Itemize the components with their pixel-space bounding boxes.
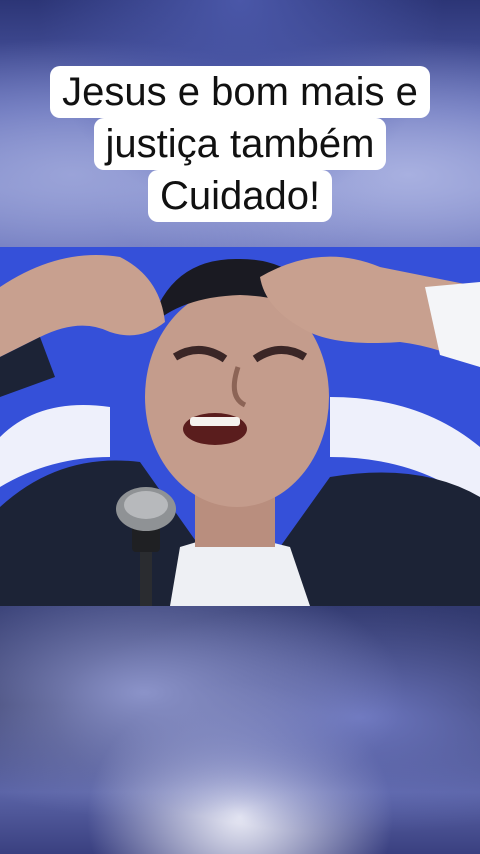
caption-line-1: Jesus e bom mais e [50, 66, 430, 118]
caption-row-3: Cuidado! [0, 170, 480, 222]
mic-grille-highlight [124, 491, 168, 519]
caption-row-2: justiça também [0, 118, 480, 170]
video-content[interactable] [0, 247, 480, 606]
caption-overlay: Jesus e bom mais e justiça também Cuidad… [0, 66, 480, 222]
blurred-background-bottom [0, 606, 480, 854]
caption-row-1: Jesus e bom mais e [0, 66, 480, 118]
teeth [190, 417, 240, 426]
caption-line-3: Cuidado! [147, 170, 333, 222]
video-scene [0, 247, 480, 606]
caption-line-2: justiça também [93, 118, 387, 170]
video-frame-root: Jesus e bom mais e justiça também Cuidad… [0, 0, 480, 854]
